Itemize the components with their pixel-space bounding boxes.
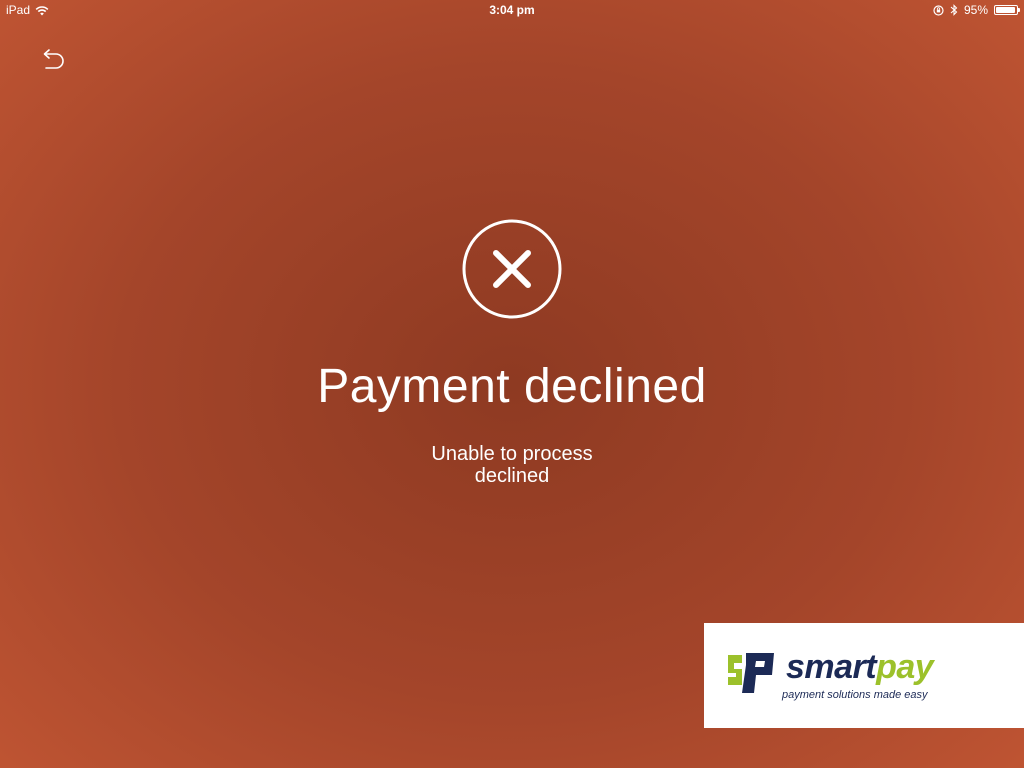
back-button[interactable] xyxy=(36,44,70,78)
result-message-line-1: Unable to process xyxy=(431,443,593,465)
smartpay-logo-panel: smartpay payment solutions made easy xyxy=(704,623,1024,728)
brand-smart: smart xyxy=(786,648,877,686)
close-circle-icon xyxy=(461,218,563,320)
status-time: 3:04 pm xyxy=(489,3,535,17)
status-bar: iPad 3:04 pm 95% xyxy=(0,0,1024,20)
bluetooth-icon xyxy=(950,4,958,16)
result-message: Unable to process declined xyxy=(0,443,1024,487)
smartpay-logo-icon xyxy=(726,645,782,701)
brand-tagline: payment solutions made easy xyxy=(782,689,928,701)
brand-pay: pay xyxy=(876,648,934,686)
battery-percent: 95% xyxy=(963,3,988,17)
battery-tip xyxy=(1018,8,1020,12)
back-arrow-icon xyxy=(43,49,64,69)
result-message-line-2: declined xyxy=(474,465,550,487)
battery-fill xyxy=(996,7,1015,13)
status-right: 95% xyxy=(933,0,1020,20)
smartpay-wordmark: smartpay xyxy=(786,647,934,687)
page-title: Payment declined xyxy=(317,360,707,413)
battery-icon xyxy=(994,5,1020,15)
orientation-lock-icon xyxy=(933,4,944,16)
